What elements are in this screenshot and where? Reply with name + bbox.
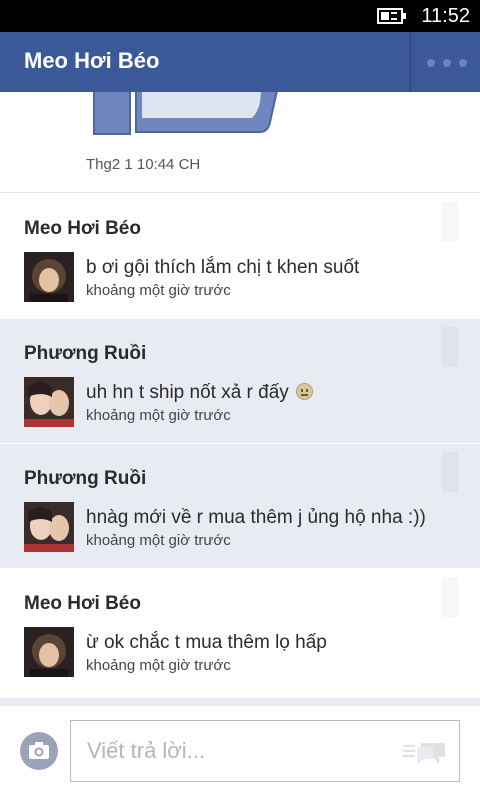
smiley-icon [296, 383, 314, 400]
camera-icon [29, 742, 49, 759]
avatar-photo [24, 377, 74, 427]
message-sender: Phương Ruồi [24, 343, 147, 364]
chat-sticker-icon[interactable] [403, 739, 447, 765]
avatar[interactable] [24, 627, 74, 677]
message-item[interactable]: Phương Ruồi uh hn t ship nốt xả r đấy kh… [0, 319, 480, 443]
avatar[interactable] [24, 502, 74, 552]
status-bar: 11:52 [0, 0, 480, 32]
message-time: khoảng một giờ trước [86, 407, 231, 424]
more-dot-icon [459, 59, 467, 67]
thumbs-up-sticker-image [93, 92, 278, 135]
row-edge-decoration [442, 577, 458, 617]
message-text: hnàg mới về r mua thêm j ủng hộ nha :)) [86, 507, 426, 528]
message-sticker-item: Thg2 1 10:44 CH [0, 92, 480, 193]
message-text: ừ ok chắc t mua thêm lọ hấp [86, 632, 327, 653]
message-text-content: uh hn t ship nốt xả r đấy [86, 382, 289, 403]
row-edge-decoration [442, 327, 458, 367]
avatar-photo [24, 252, 74, 302]
row-edge-decoration [442, 202, 458, 242]
conversation-header: Meo Hơi Béo [0, 32, 480, 92]
message-list[interactable]: Thg2 1 10:44 CH Meo Hơi Béo b ơi gội thí… [0, 92, 480, 698]
message-item[interactable]: Meo Hơi Béo b ơi gội thích lắm chị t khe… [0, 194, 480, 318]
message-text: uh hn t ship nốt xả r đấy [86, 382, 314, 404]
avatar[interactable] [24, 252, 74, 302]
more-dot-icon [427, 59, 435, 67]
message-time: khoảng một giờ trước [86, 657, 231, 674]
more-options-button[interactable] [411, 32, 480, 92]
message-item[interactable]: Meo Hơi Béo ừ ok chắc t mua thêm lọ hấp … [0, 569, 480, 693]
conversation-title: Meo Hơi Béo [24, 48, 160, 73]
message-text: b ơi gội thích lắm chị t khen suốt [86, 257, 360, 278]
reply-input[interactable] [71, 721, 391, 780]
message-item[interactable]: Phương Ruồi hnàg mới về r mua thêm j ủng… [0, 444, 480, 568]
status-clock: 11:52 [421, 5, 470, 27]
message-timestamp: Thg2 1 10:44 CH [86, 156, 201, 173]
avatar-photo [24, 502, 74, 552]
more-dot-icon [443, 59, 451, 67]
avatar[interactable] [24, 377, 74, 427]
message-time: khoảng một giờ trước [86, 532, 231, 549]
message-time: khoảng một giờ trước [86, 282, 231, 299]
message-sender: Phương Ruồi [24, 468, 147, 489]
avatar-photo [24, 627, 74, 677]
battery-charging-icon [377, 8, 406, 24]
message-sender: Meo Hơi Béo [24, 593, 141, 614]
reply-composer [0, 698, 480, 800]
message-sender: Meo Hơi Béo [24, 218, 141, 239]
row-edge-decoration [442, 452, 458, 492]
reply-box [70, 720, 460, 782]
camera-button[interactable] [20, 732, 58, 770]
